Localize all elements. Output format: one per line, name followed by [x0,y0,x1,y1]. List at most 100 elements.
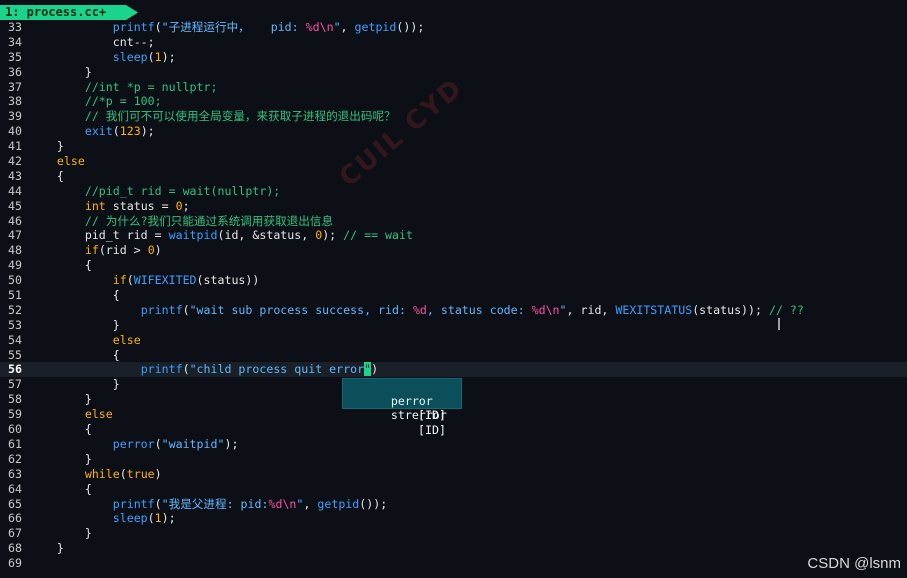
line-number: 46 [8,213,22,228]
line-number: 38 [8,94,22,109]
line-number: 37 [8,79,22,94]
line-text: if(WIFEXITED(status)) [112,273,260,288]
line-text: { [29,481,92,496]
code-line[interactable]: 35 sleep(1); [0,50,907,65]
code-line[interactable]: 49 { [0,258,907,273]
code-line[interactable]: 47 pid_t rid = waitpid(id, &status, 0); … [0,228,907,243]
line-number: 54 [8,332,22,347]
line-number: 60 [8,422,22,437]
line-number: 48 [8,243,22,258]
line-text: exit(123); [84,124,155,139]
code-line[interactable]: 44 //pid_t rid = wait(nullptr); [0,184,907,199]
line-number: 50 [8,273,22,288]
code-line[interactable]: 51 { [0,288,907,303]
line-text: // 为什么?我们只能通过系统调用获取退出信息 [84,213,334,228]
code-line[interactable]: 34 cnt--; [0,35,907,50]
code-line[interactable]: 66 sleep(1); [0,511,907,526]
line-text: cnt--; [29,34,155,49]
code-line[interactable]: 48 if(rid > 0) [0,243,907,258]
line-text: } [29,64,92,79]
line-number: 63 [8,466,22,481]
credit-label: CSDN @lsnm [807,555,901,572]
line-number: 33 [8,20,22,34]
code-line[interactable]: 55 { [0,348,907,363]
code-line[interactable]: 41 } [0,139,907,154]
code-line[interactable]: 63 while(true) [0,467,907,482]
line-text: sleep(1); [112,49,176,64]
line-text: printf("我是父进程: pid:%d\n", getpid()); [112,496,388,511]
line-number: 43 [8,168,22,183]
line-text: sleep(1); [112,511,176,526]
line-number: 40 [8,124,22,139]
code-line[interactable]: 39 // 我们可不可以使用全局变量，来获取子进程的退出码呢？ [0,109,907,124]
line-text: { [29,258,92,273]
line-text: } [29,451,92,466]
line-number: 41 [8,139,22,154]
code-line[interactable]: 60 { [0,422,907,437]
line-number: 44 [8,183,22,198]
line-number: 49 [8,258,22,273]
line-text: int status = 0; [84,198,190,213]
line-text: if(rid > 0) [84,243,162,258]
line-text: else [84,407,113,422]
line-number: 39 [8,109,22,124]
line-text: } [29,377,120,392]
line-number: 66 [8,511,22,526]
code-line[interactable]: 54 else [0,333,907,348]
code-line[interactable]: 65 printf("我是父进程: pid:%d\n", getpid()); [0,497,907,512]
line-number: 64 [8,481,22,496]
line-number: 47 [8,228,22,243]
code-line[interactable]: 69 [0,556,907,571]
line-text: } [29,317,120,332]
editor-window[interactable]: 1: process.cc+ 33 printf("子进程运行中， pid: %… [0,0,907,578]
line-number: 53 [8,317,22,332]
line-text: //*p = 100; [84,94,162,109]
code-line[interactable]: 62 } [0,452,907,467]
code-line[interactable]: 56 printf("child process quit error") [0,362,907,378]
line-text: pid_t rid = waitpid(id, &status, 0); // … [29,228,413,243]
line-text: while(true) [84,466,162,481]
line-text: } [29,526,92,541]
completion-item[interactable]: strerror [ID] [343,394,461,437]
line-number: 67 [8,526,22,541]
tab-process-cc[interactable]: 1: process.cc+ [0,5,138,20]
line-text: } [29,392,92,407]
line-text: else [56,154,85,169]
line-number: 62 [8,451,22,466]
code-line[interactable]: 61 perror("waitpid"); [0,437,907,452]
tab-bar: 1: process.cc+ [0,5,907,20]
line-text: //int *p = nullptr; [84,79,218,94]
line-number: 35 [8,49,22,64]
line-text: { [29,168,64,183]
code-line[interactable]: 45 int status = 0; [0,199,907,214]
line-text: printf("子进程运行中， pid: %d\n", getpid()); [112,20,425,34]
line-text: { [29,422,92,437]
code-line[interactable]: 46 // 为什么?我们只能通过系统调用获取退出信息 [0,214,907,229]
code-line[interactable]: 53 } [0,318,907,333]
completion-kind: [ID] [418,422,446,437]
line-text: else [112,332,141,347]
line-text: //pid_t rid = wait(nullptr); [84,183,281,198]
line-number: 52 [8,302,22,317]
line-text: { [29,347,120,362]
code-line[interactable]: 68 } [0,541,907,556]
line-text: // 我们可不可以使用全局变量，来获取子进程的退出码呢？ [84,109,396,124]
line-number: 68 [8,541,22,556]
line-number: 61 [8,436,22,451]
code-line[interactable]: 42 else [0,154,907,169]
code-line[interactable]: 43 { [0,169,907,184]
code-line[interactable]: 40 exit(123); [0,124,907,139]
code-line[interactable]: 64 { [0,482,907,497]
code-line[interactable]: 52 printf("wait sub process success, rid… [0,303,907,318]
completion-item[interactable]: perror [ID] [343,379,461,423]
code-line[interactable]: 33 printf("子进程运行中， pid: %d\n", getpid())… [0,20,907,35]
line-number: 65 [8,496,22,511]
text-cursor: " [364,362,372,377]
code-line[interactable]: 67 } [0,526,907,541]
line-number: 51 [8,288,22,303]
completion-word: strerror [390,408,447,422]
code-line[interactable]: 50 if(WIFEXITED(status)) [0,273,907,288]
completion-popup[interactable]: perror [ID] strerror [ID] [342,378,462,437]
code-line[interactable]: 59 else [0,407,907,422]
line-text: { [29,288,120,303]
